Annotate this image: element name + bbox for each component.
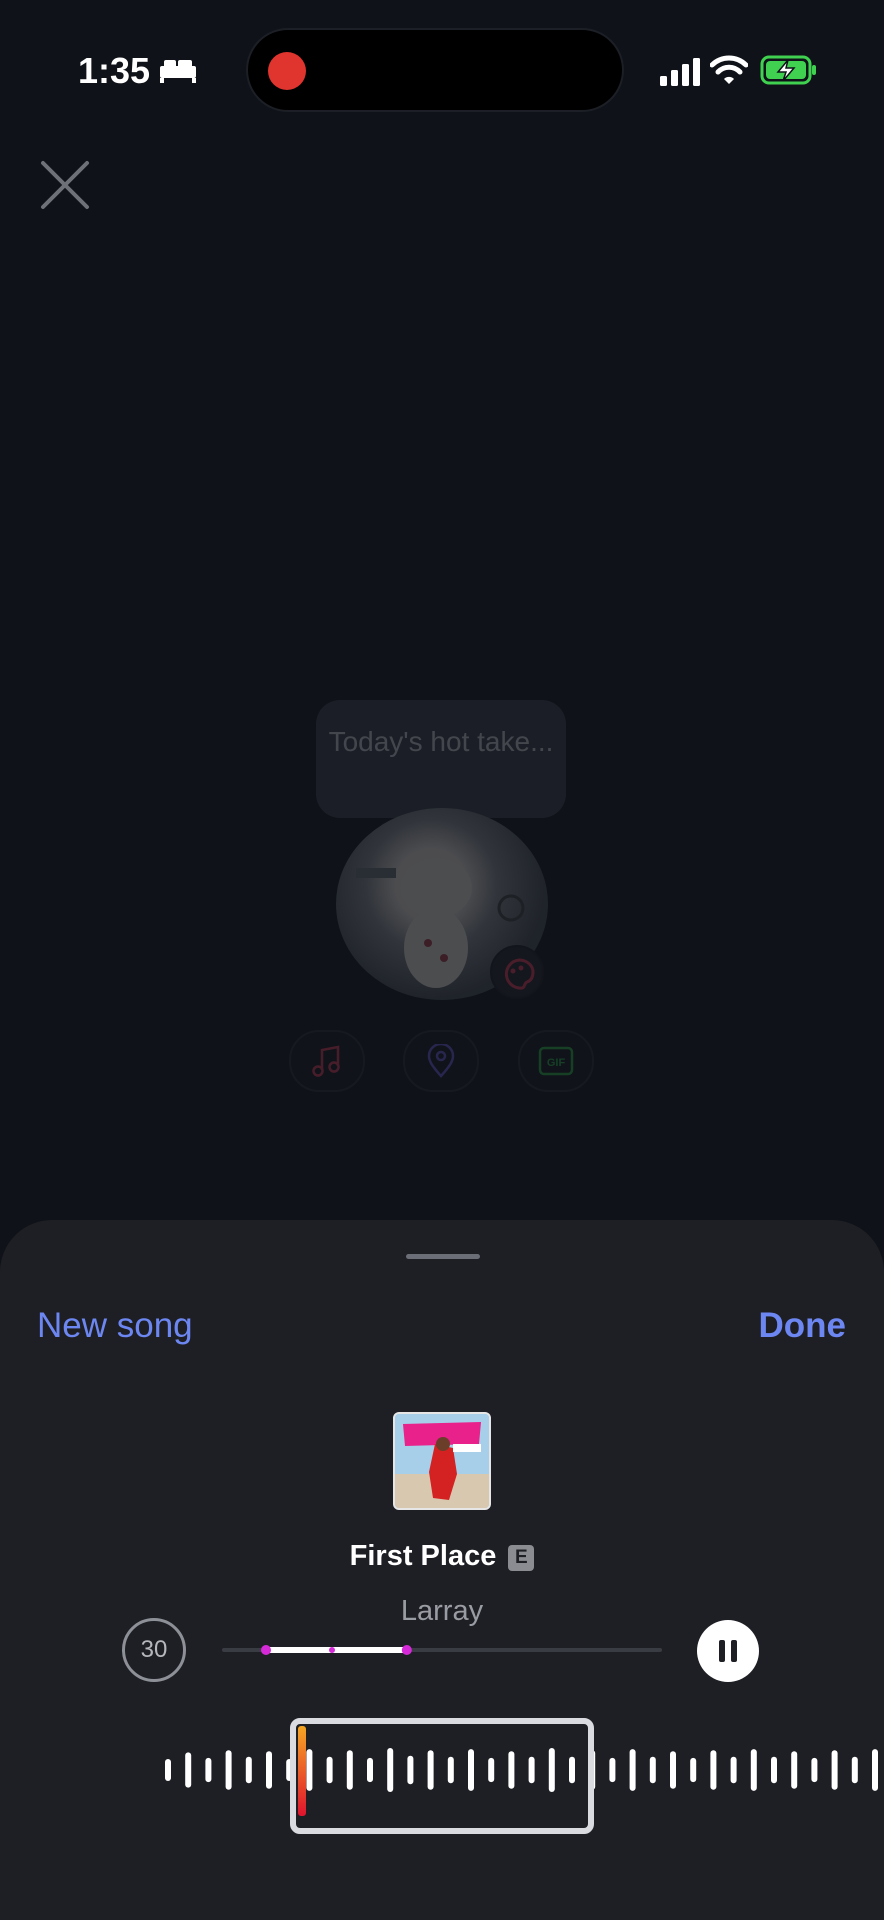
waveform-bar [690,1757,697,1783]
post-composer-preview: Today's hot take... GIF [0,680,884,1100]
waveform-bar [629,1749,636,1791]
progress-selection [266,1647,407,1653]
gif-chip[interactable]: GIF [518,1030,594,1092]
explicit-badge: E [508,1545,535,1571]
waveform-bar [609,1757,616,1783]
waveform-bar [670,1751,676,1789]
waveform-bar [831,1750,838,1790]
waveform-bar [225,1750,232,1790]
sheet-grabber[interactable] [406,1254,480,1259]
battery-charging-icon [760,55,816,85]
waveform-bar [750,1749,757,1791]
album-cover [393,1412,491,1510]
album-cover-art [395,1414,489,1508]
waveform-bar [771,1756,777,1784]
waveform-bar [851,1756,858,1784]
cellular-signal-icon [660,58,700,86]
gif-icon: GIF [538,1046,574,1076]
pause-icon [719,1640,737,1662]
done-button[interactable]: Done [759,1306,847,1346]
hot-take-bubble: Today's hot take... [316,700,566,818]
selection-end-marker [401,1645,412,1655]
close-icon[interactable] [40,160,90,210]
song-title-row: First Place E [0,1540,884,1573]
music-picker-sheet: New song Done First Place E Larray 30 [0,1220,884,1920]
status-bar: 1:35 [0,0,884,140]
bed-icon [160,60,196,83]
gif-label: GIF [547,1057,566,1069]
waveform-bar [791,1751,798,1789]
waveform-bar [185,1752,192,1788]
song-title: First Place [349,1540,497,1572]
palette-button[interactable] [490,945,544,999]
waveform-bar [205,1757,212,1783]
wifi-icon [710,55,748,84]
clip-duration-button[interactable]: 30 [122,1618,186,1682]
selection-start-marker [261,1645,271,1655]
clip-selection-window[interactable] [290,1718,594,1834]
waveform-bar [710,1750,717,1790]
location-chip[interactable] [403,1030,479,1092]
waveform-bar [266,1751,272,1789]
waveform-bar [730,1756,737,1784]
status-time: 1:35 [78,50,151,91]
waveform-bar [165,1759,171,1781]
clip-progress-track[interactable] [222,1645,662,1655]
pause-button[interactable] [697,1620,759,1682]
palette-icon [504,958,535,990]
waveform-bar [649,1756,656,1784]
waveform-bar [872,1749,878,1791]
waveform-bar [811,1757,818,1783]
music-note-icon [312,1045,340,1077]
recording-indicator [268,52,306,90]
new-song-button[interactable]: New song [37,1306,193,1346]
waveform-bar [245,1756,252,1784]
dynamic-island [246,28,624,112]
music-chip[interactable] [289,1030,365,1092]
location-pin-icon [427,1044,455,1078]
playhead-marker [329,1647,335,1653]
